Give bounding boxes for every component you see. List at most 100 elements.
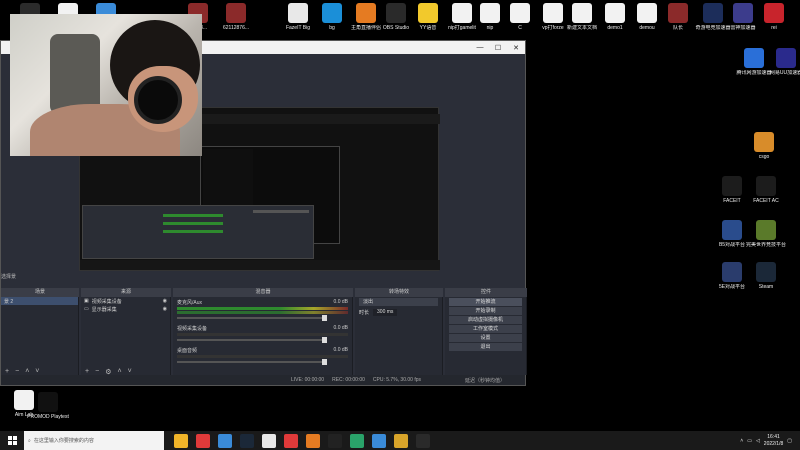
app-icon xyxy=(386,3,406,23)
start-button[interactable] xyxy=(0,431,24,450)
source-item-display[interactable]: ▭ 显示器采集 ◉ xyxy=(81,305,170,313)
remove-icon[interactable]: − xyxy=(15,368,19,375)
search-icon: ⌕ xyxy=(28,437,31,444)
live-status: LIVE: 00:00:00 xyxy=(291,377,325,383)
app-icon xyxy=(356,3,376,23)
preview-desktop-strip xyxy=(200,114,440,124)
eye-icon[interactable]: ◉ xyxy=(163,298,167,304)
app-icon xyxy=(764,3,784,23)
add-icon[interactable]: + xyxy=(5,368,9,375)
taskbar-app-icon[interactable] xyxy=(350,433,364,448)
mixer-track-camera: 视频采集设备 0.0 dB xyxy=(177,325,348,343)
desktop-icon[interactable]: Steam xyxy=(746,262,786,290)
transitions-panel: 淡出 时长 300 ms xyxy=(355,297,443,375)
app-icon xyxy=(226,3,246,23)
desktop-icon[interactable]: FACEIT AC xyxy=(746,176,786,204)
scene-label: 选择景 xyxy=(1,274,17,280)
app-icon xyxy=(38,392,58,412)
app-icon xyxy=(605,3,625,23)
start-streaming-button[interactable]: 开始推流 xyxy=(449,298,522,306)
app-icon xyxy=(754,132,774,152)
source-item-camera[interactable]: ▣ 视频采集设备 ◉ xyxy=(81,297,170,305)
taskbar-search[interactable]: ⌕ 在这里输入你要搜索的内容 xyxy=(24,431,164,450)
studio-mode-button[interactable]: 工作室模式 xyxy=(449,325,522,333)
app-icon xyxy=(756,262,776,282)
mixer-panel: 麦克风/Aux 0.0 dB 视频采集设备 0.0 dB 桌面音频 0.0 dB xyxy=(173,297,353,375)
desktop-icon[interactable]: csgo xyxy=(744,132,784,160)
network-icon[interactable]: ▭ xyxy=(747,438,752,444)
camera-icon: ▣ xyxy=(84,298,89,304)
controls-header: 控件 xyxy=(445,288,527,297)
chevron-up-icon[interactable]: ˄ xyxy=(740,438,743,444)
app-icon xyxy=(637,3,657,23)
notification-icon[interactable]: ▢ xyxy=(787,438,792,444)
headphones xyxy=(134,76,182,124)
desktop-icon-label: 62112876... xyxy=(222,25,250,31)
nested-webcam xyxy=(203,149,253,209)
taskbar-app-icon[interactable] xyxy=(306,433,320,448)
app-icon xyxy=(543,3,563,23)
scene-item[interactable]: 景 2 xyxy=(1,297,78,305)
taskbar-app-icon[interactable] xyxy=(174,433,188,448)
virtual-camera-button[interactable]: 启动虚拟摄像机 xyxy=(449,316,522,324)
app-icon xyxy=(744,48,764,68)
taskbar-app-icon[interactable] xyxy=(284,433,298,448)
taskbar-app-icon[interactable] xyxy=(328,433,342,448)
monitor-icon: ▭ xyxy=(84,306,89,312)
volume-meter xyxy=(177,311,348,314)
obs-statusbar: LIVE: 00:00:00 REC: 00:00:00 CPU: 5.7%, … xyxy=(1,375,525,385)
volume-slider[interactable] xyxy=(177,315,327,321)
desktop-icon[interactable]: 网易UU加速器 xyxy=(766,48,800,76)
taskbar-app-icon[interactable] xyxy=(262,433,276,448)
maximize-icon[interactable]: ☐ xyxy=(489,44,507,52)
volume-meter xyxy=(177,307,348,310)
desktop-icon[interactable]: 62112876... xyxy=(216,3,256,31)
transitions-header: 转场特效 xyxy=(355,288,443,297)
close-icon[interactable]: ✕ xyxy=(507,44,525,52)
clock[interactable]: 16:41 2022/1/8 xyxy=(764,434,783,448)
exit-button[interactable]: 退出 xyxy=(449,343,522,351)
taskbar-apps xyxy=(170,433,434,448)
up-icon[interactable]: ˄ xyxy=(25,368,29,375)
app-icon xyxy=(668,3,688,23)
system-tray: ˄ ▭ ◁ 16:41 2022/1/8 ▢ xyxy=(740,434,800,448)
nested-obs-panel xyxy=(82,205,314,259)
app-icon xyxy=(572,3,592,23)
app-icon xyxy=(722,176,742,196)
windows-icon xyxy=(7,436,17,445)
webcam-overlay xyxy=(10,14,202,156)
preview-taskbar xyxy=(80,260,440,270)
app-icon xyxy=(722,220,742,240)
delay-status: 延迟（秒钟均值） xyxy=(464,377,505,384)
app-icon xyxy=(418,3,438,23)
taskbar: ⌕ 在这里输入你要搜索的内容 ˄ ▭ ◁ 16:41 2022/1/8 ▢ xyxy=(0,431,800,450)
taskbar-app-icon[interactable] xyxy=(240,433,254,448)
desktop-icon-label: FACEIT AC xyxy=(753,198,779,204)
desktop-icon-label: Steam xyxy=(758,284,774,290)
down-icon[interactable]: ˅ xyxy=(35,368,39,375)
duration-input[interactable]: 300 ms xyxy=(373,309,398,316)
taskbar-app-icon[interactable] xyxy=(218,433,232,448)
minimize-icon[interactable]: — xyxy=(471,44,489,52)
taskbar-app-icon[interactable] xyxy=(196,433,210,448)
transition-select[interactable]: 淡出 xyxy=(359,298,438,306)
app-icon xyxy=(703,3,723,23)
desktop-icon[interactable]: 完美世界竞技平台 xyxy=(746,220,786,248)
volume-slider[interactable] xyxy=(177,359,327,365)
volume-meter xyxy=(177,333,348,336)
volume-slider[interactable] xyxy=(177,337,327,343)
taskbar-app-icon[interactable] xyxy=(394,433,408,448)
desktop-icon[interactable]: PROMOD Playtest xyxy=(27,392,69,420)
volume-icon[interactable]: ◁ xyxy=(756,438,760,444)
scene-toolbar: + − ˄ ˅ xyxy=(5,368,39,375)
desktop-icon[interactable]: rei xyxy=(754,3,794,31)
eye-icon[interactable]: ◉ xyxy=(163,306,167,312)
duration-row: 时长 300 ms xyxy=(355,307,442,318)
scenes-header: 场景 xyxy=(1,288,79,297)
app-icon xyxy=(288,3,308,23)
start-recording-button[interactable]: 开始录制 xyxy=(449,307,522,315)
taskbar-app-icon[interactable] xyxy=(416,433,430,448)
controls-panel: 开始推流 开始录制 启动虚拟摄像机 工作室模式 设置 退出 xyxy=(445,297,527,375)
settings-button[interactable]: 设置 xyxy=(449,334,522,342)
taskbar-app-icon[interactable] xyxy=(372,433,386,448)
